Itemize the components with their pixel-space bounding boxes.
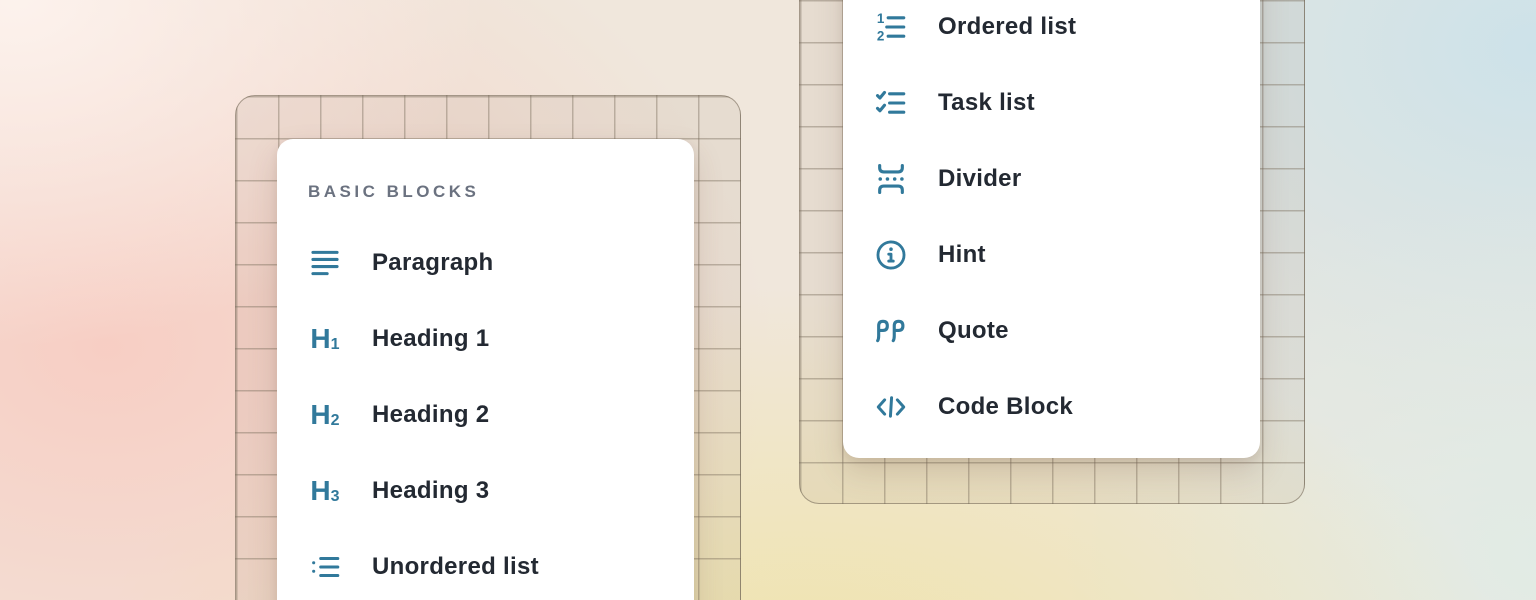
- menu-item-divider[interactable]: Divider: [843, 141, 1260, 217]
- menu-item-heading-2[interactable]: H2 Heading 2: [277, 377, 694, 453]
- menu-item-unordered-list[interactable]: Unordered list: [277, 529, 694, 600]
- hint-icon: [874, 238, 908, 272]
- svg-text:1: 1: [877, 11, 885, 26]
- menu-item-label: Heading 1: [372, 325, 489, 353]
- heading-3-icon: H3: [308, 474, 342, 508]
- svg-text:2: 2: [877, 29, 884, 44]
- menu-item-label: Heading 2: [372, 401, 489, 429]
- menu-item-heading-1[interactable]: H1 Heading 1: [277, 301, 694, 377]
- menu-item-list: 1 2 Ordered list Task list Divider Hint: [843, 0, 1260, 445]
- menu-item-quote[interactable]: Quote: [843, 293, 1260, 369]
- quote-icon: [874, 314, 908, 348]
- menu-item-label: Heading 3: [372, 477, 489, 505]
- menu-item-code-block[interactable]: Code Block: [843, 369, 1260, 445]
- menu-item-heading-3[interactable]: H3 Heading 3: [277, 453, 694, 529]
- menu-item-label: Ordered list: [938, 13, 1076, 41]
- heading-2-icon: H2: [308, 398, 342, 432]
- menu-item-hint[interactable]: Hint: [843, 217, 1260, 293]
- heading-1-icon: H1: [308, 322, 342, 356]
- task-list-icon: [874, 86, 908, 120]
- menu-item-list: Paragraph H1 Heading 1 H2 Heading 2 H3 H…: [277, 225, 694, 600]
- ordered-list-icon: 1 2: [874, 10, 908, 44]
- menu-item-paragraph[interactable]: Paragraph: [277, 225, 694, 301]
- menu-item-label: Unordered list: [372, 553, 539, 581]
- menu-item-label: Code Block: [938, 393, 1073, 421]
- divider-icon: [874, 162, 908, 196]
- blocks-menu-continued: 1 2 Ordered list Task list Divider Hint: [843, 0, 1260, 458]
- menu-section-header: BASIC BLOCKS: [308, 182, 694, 202]
- menu-item-ordered-list[interactable]: 1 2 Ordered list: [843, 0, 1260, 65]
- menu-item-task-list[interactable]: Task list: [843, 65, 1260, 141]
- menu-item-label: Paragraph: [372, 249, 493, 277]
- hero-illustration: BASIC BLOCKS Paragraph H1 Heading 1 H2 H…: [0, 0, 1536, 600]
- menu-item-label: Divider: [938, 165, 1021, 193]
- basic-blocks-menu: BASIC BLOCKS Paragraph H1 Heading 1 H2 H…: [277, 139, 694, 600]
- menu-item-label: Hint: [938, 241, 986, 269]
- code-block-icon: [874, 390, 908, 424]
- menu-item-label: Task list: [938, 89, 1035, 117]
- unordered-list-icon: [308, 550, 342, 584]
- menu-item-label: Quote: [938, 317, 1009, 345]
- paragraph-icon: [308, 246, 342, 280]
